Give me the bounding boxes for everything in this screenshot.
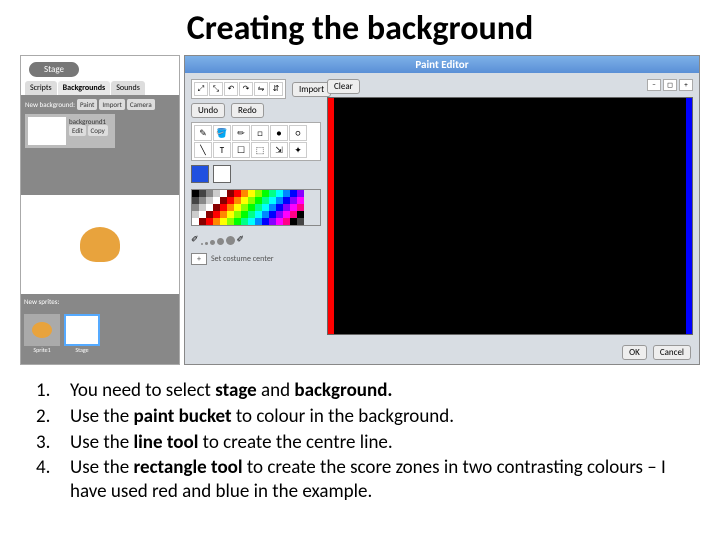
import-button[interactable]: Import	[99, 99, 125, 110]
paint-button[interactable]: Paint	[77, 99, 97, 110]
rotate-cw-icon[interactable]: ↷	[239, 82, 253, 96]
filled-ellipse-tool-icon[interactable]: ●	[270, 125, 288, 141]
background-thumb	[28, 117, 66, 145]
list-item: 3. Use the line tool to create the centr…	[36, 431, 672, 455]
flip-v-icon[interactable]: ⇵	[269, 82, 283, 96]
new-sprites-label: New sprites:	[24, 297, 59, 306]
brush-size-2[interactable]	[205, 242, 208, 245]
step-number: 3.	[36, 431, 56, 455]
brush-size-4[interactable]	[217, 238, 224, 245]
bg-edit-button[interactable]: Edit	[69, 125, 86, 136]
background-item[interactable]: background1 Edit Copy	[25, 114, 115, 148]
brush-sizes: ✐ ✐	[191, 234, 321, 245]
step-number: 2.	[36, 405, 56, 429]
step-number: 1.	[36, 379, 56, 403]
stage-thumb-label: Stage	[64, 346, 100, 354]
clear-button[interactable]: Clear	[327, 79, 360, 94]
text-tool-icon[interactable]: T	[213, 142, 231, 158]
scratch-stage-panel: Stage Scripts Backgrounds Sounds New bac…	[20, 55, 180, 365]
zoom-out-icon[interactable]: −	[647, 79, 661, 91]
sprite-panel: New sprites: Sprite1 Stage	[21, 294, 179, 364]
new-background-label: New background:	[25, 100, 75, 109]
paint-editor-dialog: Paint Editor ⤢ ⤡ ↶ ↷ ⇋ ⇵ Import Undo	[184, 55, 700, 365]
redo-button[interactable]: Redo	[231, 103, 264, 118]
background-color-swatch[interactable]	[213, 165, 231, 183]
scratch-cat-icon	[80, 227, 120, 262]
eyedropper-icon[interactable]: ✐	[191, 234, 199, 245]
sprite1-thumb[interactable]	[24, 314, 60, 346]
paint-tools-column: ⤢ ⤡ ↶ ↷ ⇋ ⇵ Import Undo Redo ✎ 🪣	[191, 79, 321, 335]
ok-button[interactable]: OK	[622, 345, 647, 360]
slide-title: Creating the background	[0, 0, 720, 55]
ellipse-tool-icon[interactable]: ○	[289, 125, 307, 141]
zoom-controls: − ◻ +	[647, 79, 693, 94]
paint-canvas[interactable]	[327, 97, 693, 335]
instruction-list: 1. You need to select stage and backgrou…	[0, 365, 720, 504]
tool-palette: ✎ 🪣 ✏ □ ● ○ ╲ T ☐ ⬚ ⇲ ✦	[191, 122, 321, 161]
bg-copy-button[interactable]: Copy	[88, 125, 108, 136]
brush-size-3[interactable]	[210, 240, 215, 245]
shrink-icon[interactable]: ⤡	[209, 82, 223, 96]
backgrounds-panel: New background: Paint Import Camera back…	[21, 95, 179, 195]
stage-thumb[interactable]	[64, 314, 100, 346]
rectangle-tool-icon[interactable]: □	[251, 125, 269, 141]
tab-bar: Scripts Backgrounds Sounds	[21, 81, 179, 95]
transform-buttons: ⤢ ⤡ ↶ ↷ ⇋ ⇵	[191, 79, 286, 99]
magic-tool-icon[interactable]: ✦	[289, 142, 307, 158]
zoom-fit-icon[interactable]: ◻	[663, 79, 677, 91]
tab-backgrounds[interactable]: Backgrounds	[58, 81, 111, 95]
stamp-tool-icon[interactable]: ⬚	[251, 142, 269, 158]
eraser-tool-icon[interactable]: ✏	[232, 125, 250, 141]
set-center-icon[interactable]: +	[191, 253, 207, 265]
brush-size-5[interactable]	[226, 236, 235, 245]
sprite1-label: Sprite1	[24, 346, 60, 354]
list-item: 2. Use the paint bucket to colour in the…	[36, 405, 672, 429]
foreground-color-swatch[interactable]	[191, 165, 209, 183]
stage-button[interactable]: Stage	[29, 62, 79, 77]
list-item: 4. Use the rectangle tool to create the …	[36, 456, 672, 504]
camera-button[interactable]: Camera	[127, 99, 155, 110]
flip-h-icon[interactable]: ⇋	[254, 82, 268, 96]
tab-scripts[interactable]: Scripts	[25, 81, 57, 95]
grow-icon[interactable]: ⤢	[194, 82, 208, 96]
undo-button[interactable]: Undo	[191, 103, 225, 118]
color-swatches	[191, 165, 321, 183]
cancel-button[interactable]: Cancel	[653, 345, 691, 360]
red-score-zone	[328, 98, 334, 334]
import-button[interactable]: Import	[292, 82, 331, 97]
rotate-ccw-icon[interactable]: ↶	[224, 82, 238, 96]
color-palette[interactable]	[191, 189, 321, 226]
stage-preview	[21, 195, 179, 294]
brush-size-1[interactable]	[201, 243, 203, 245]
paintbrush-tool-icon[interactable]: ✎	[194, 125, 212, 141]
fill-tool-icon[interactable]: 🪣	[213, 125, 231, 141]
line-tool-icon[interactable]: ╲	[194, 142, 212, 158]
blue-score-zone	[686, 98, 692, 334]
step-number: 4.	[36, 456, 56, 504]
screenshot-composite: Stage Scripts Backgrounds Sounds New bac…	[0, 55, 720, 365]
select-tool-icon[interactable]: ☐	[232, 142, 250, 158]
eyedropper-icon[interactable]: ✐	[237, 234, 245, 245]
scratch-cat-icon	[32, 322, 52, 338]
paint-editor-title: Paint Editor	[185, 56, 699, 73]
list-item: 1. You need to select stage and backgrou…	[36, 379, 672, 403]
set-center-label: Set costume center	[211, 254, 274, 264]
zoom-in-icon[interactable]: +	[679, 79, 693, 91]
tab-sounds[interactable]: Sounds	[111, 81, 145, 95]
eyedropper-tool-icon[interactable]: ⇲	[270, 142, 288, 158]
